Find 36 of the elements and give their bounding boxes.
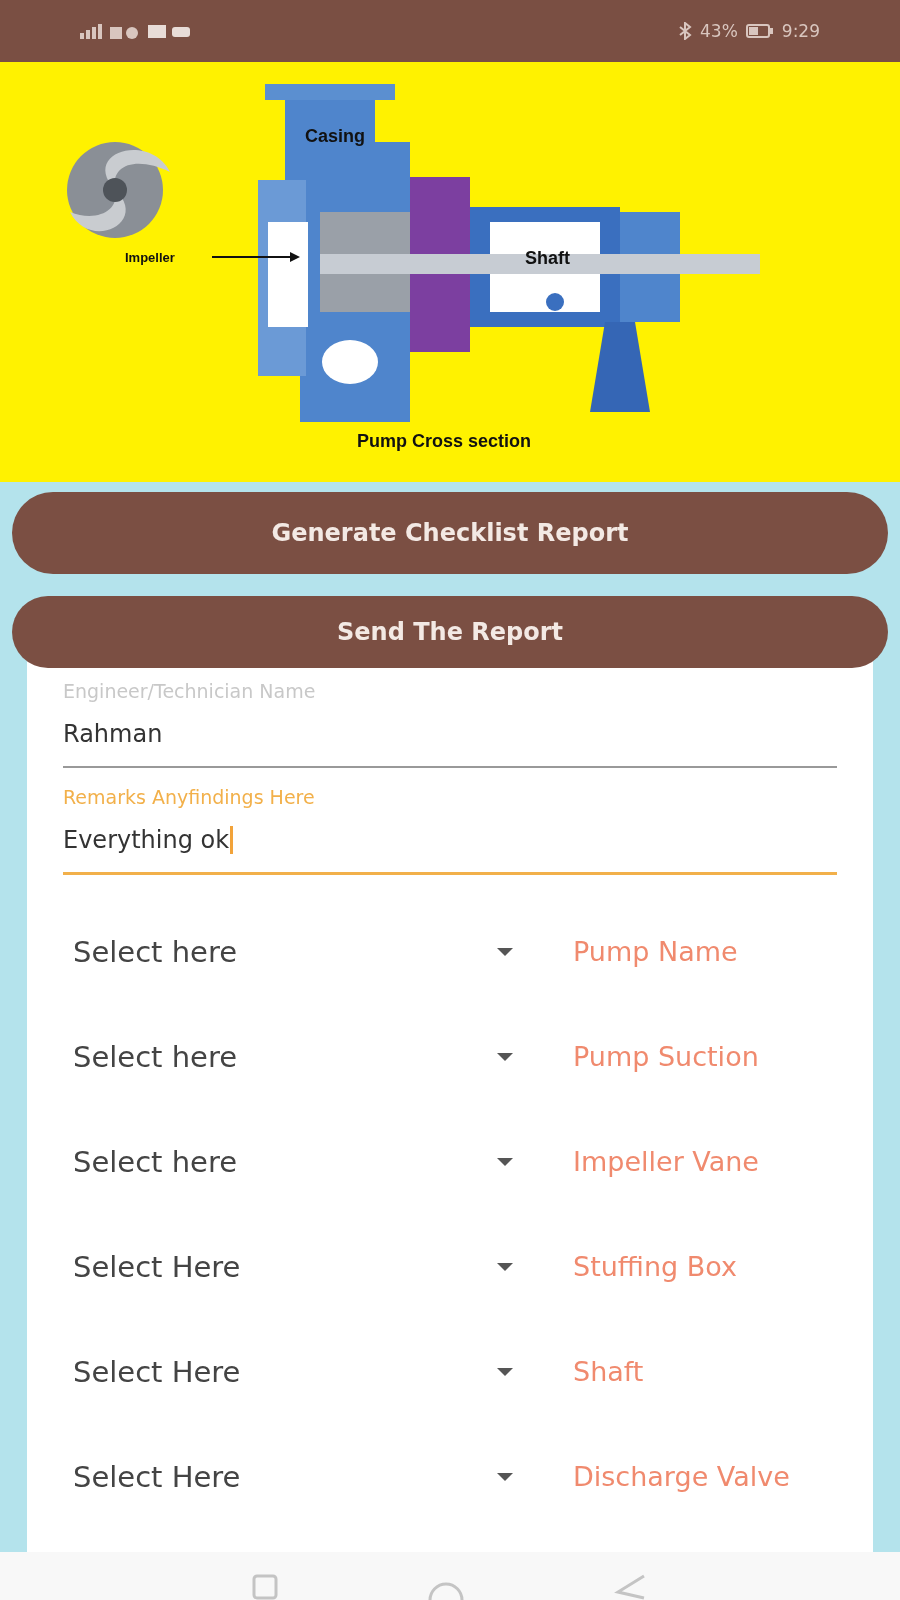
battery-icon	[745, 24, 774, 38]
checklist-label: Shaft	[573, 1356, 644, 1387]
dropdown[interactable]: Select here	[63, 1033, 523, 1080]
dropdown-arrow-icon	[497, 1472, 513, 1481]
shaft-label: Shaft	[525, 248, 570, 268]
checklist-label: Impeller Vane	[573, 1146, 759, 1177]
dropdown[interactable]: Select here	[63, 928, 523, 975]
field-value: Everything ok	[63, 826, 230, 854]
dropdown[interactable]: Select Here	[63, 1348, 523, 1395]
dropdown-arrow-icon	[497, 1052, 513, 1061]
report-button[interactable]: Generate Checklist Report	[12, 492, 888, 574]
report-button[interactable]: Send The Report	[12, 596, 888, 668]
dropdown[interactable]: Select Here	[63, 1453, 523, 1500]
dropdown-arrow-icon	[497, 1157, 513, 1166]
dropdown-arrow-icon	[497, 1262, 513, 1271]
checklist-label: Pump Suction	[573, 1041, 759, 1072]
impeller-label: Impeller	[125, 250, 175, 265]
checklist-label: Pump Name	[573, 936, 738, 967]
casing-label: Casing	[305, 126, 365, 146]
field-value: Rahman	[63, 720, 163, 748]
checklist-label: Stuffing Box	[573, 1251, 737, 1282]
diagram-caption: Pump Cross section	[357, 431, 532, 451]
checklist-label: Discharge Valve	[573, 1461, 790, 1492]
text-cursor	[230, 826, 234, 854]
text-field[interactable]: Remarks Anyfindings Here Everything ok	[63, 782, 837, 875]
signal-icon	[80, 23, 140, 39]
recents-icon[interactable]	[252, 1574, 278, 1600]
dropdown[interactable]: Select here	[63, 1138, 523, 1185]
bluetooth-icon	[678, 22, 692, 40]
dropdown-arrow-icon	[497, 947, 513, 956]
notification-icon	[148, 23, 192, 39]
dropdown[interactable]: Select Here	[63, 1243, 523, 1290]
clock: 9:29	[781, 21, 820, 41]
field-label: Remarks Anyfindings Here	[63, 786, 316, 808]
battery-percent: 43%	[700, 21, 738, 41]
dropdown-arrow-icon	[497, 1367, 513, 1376]
